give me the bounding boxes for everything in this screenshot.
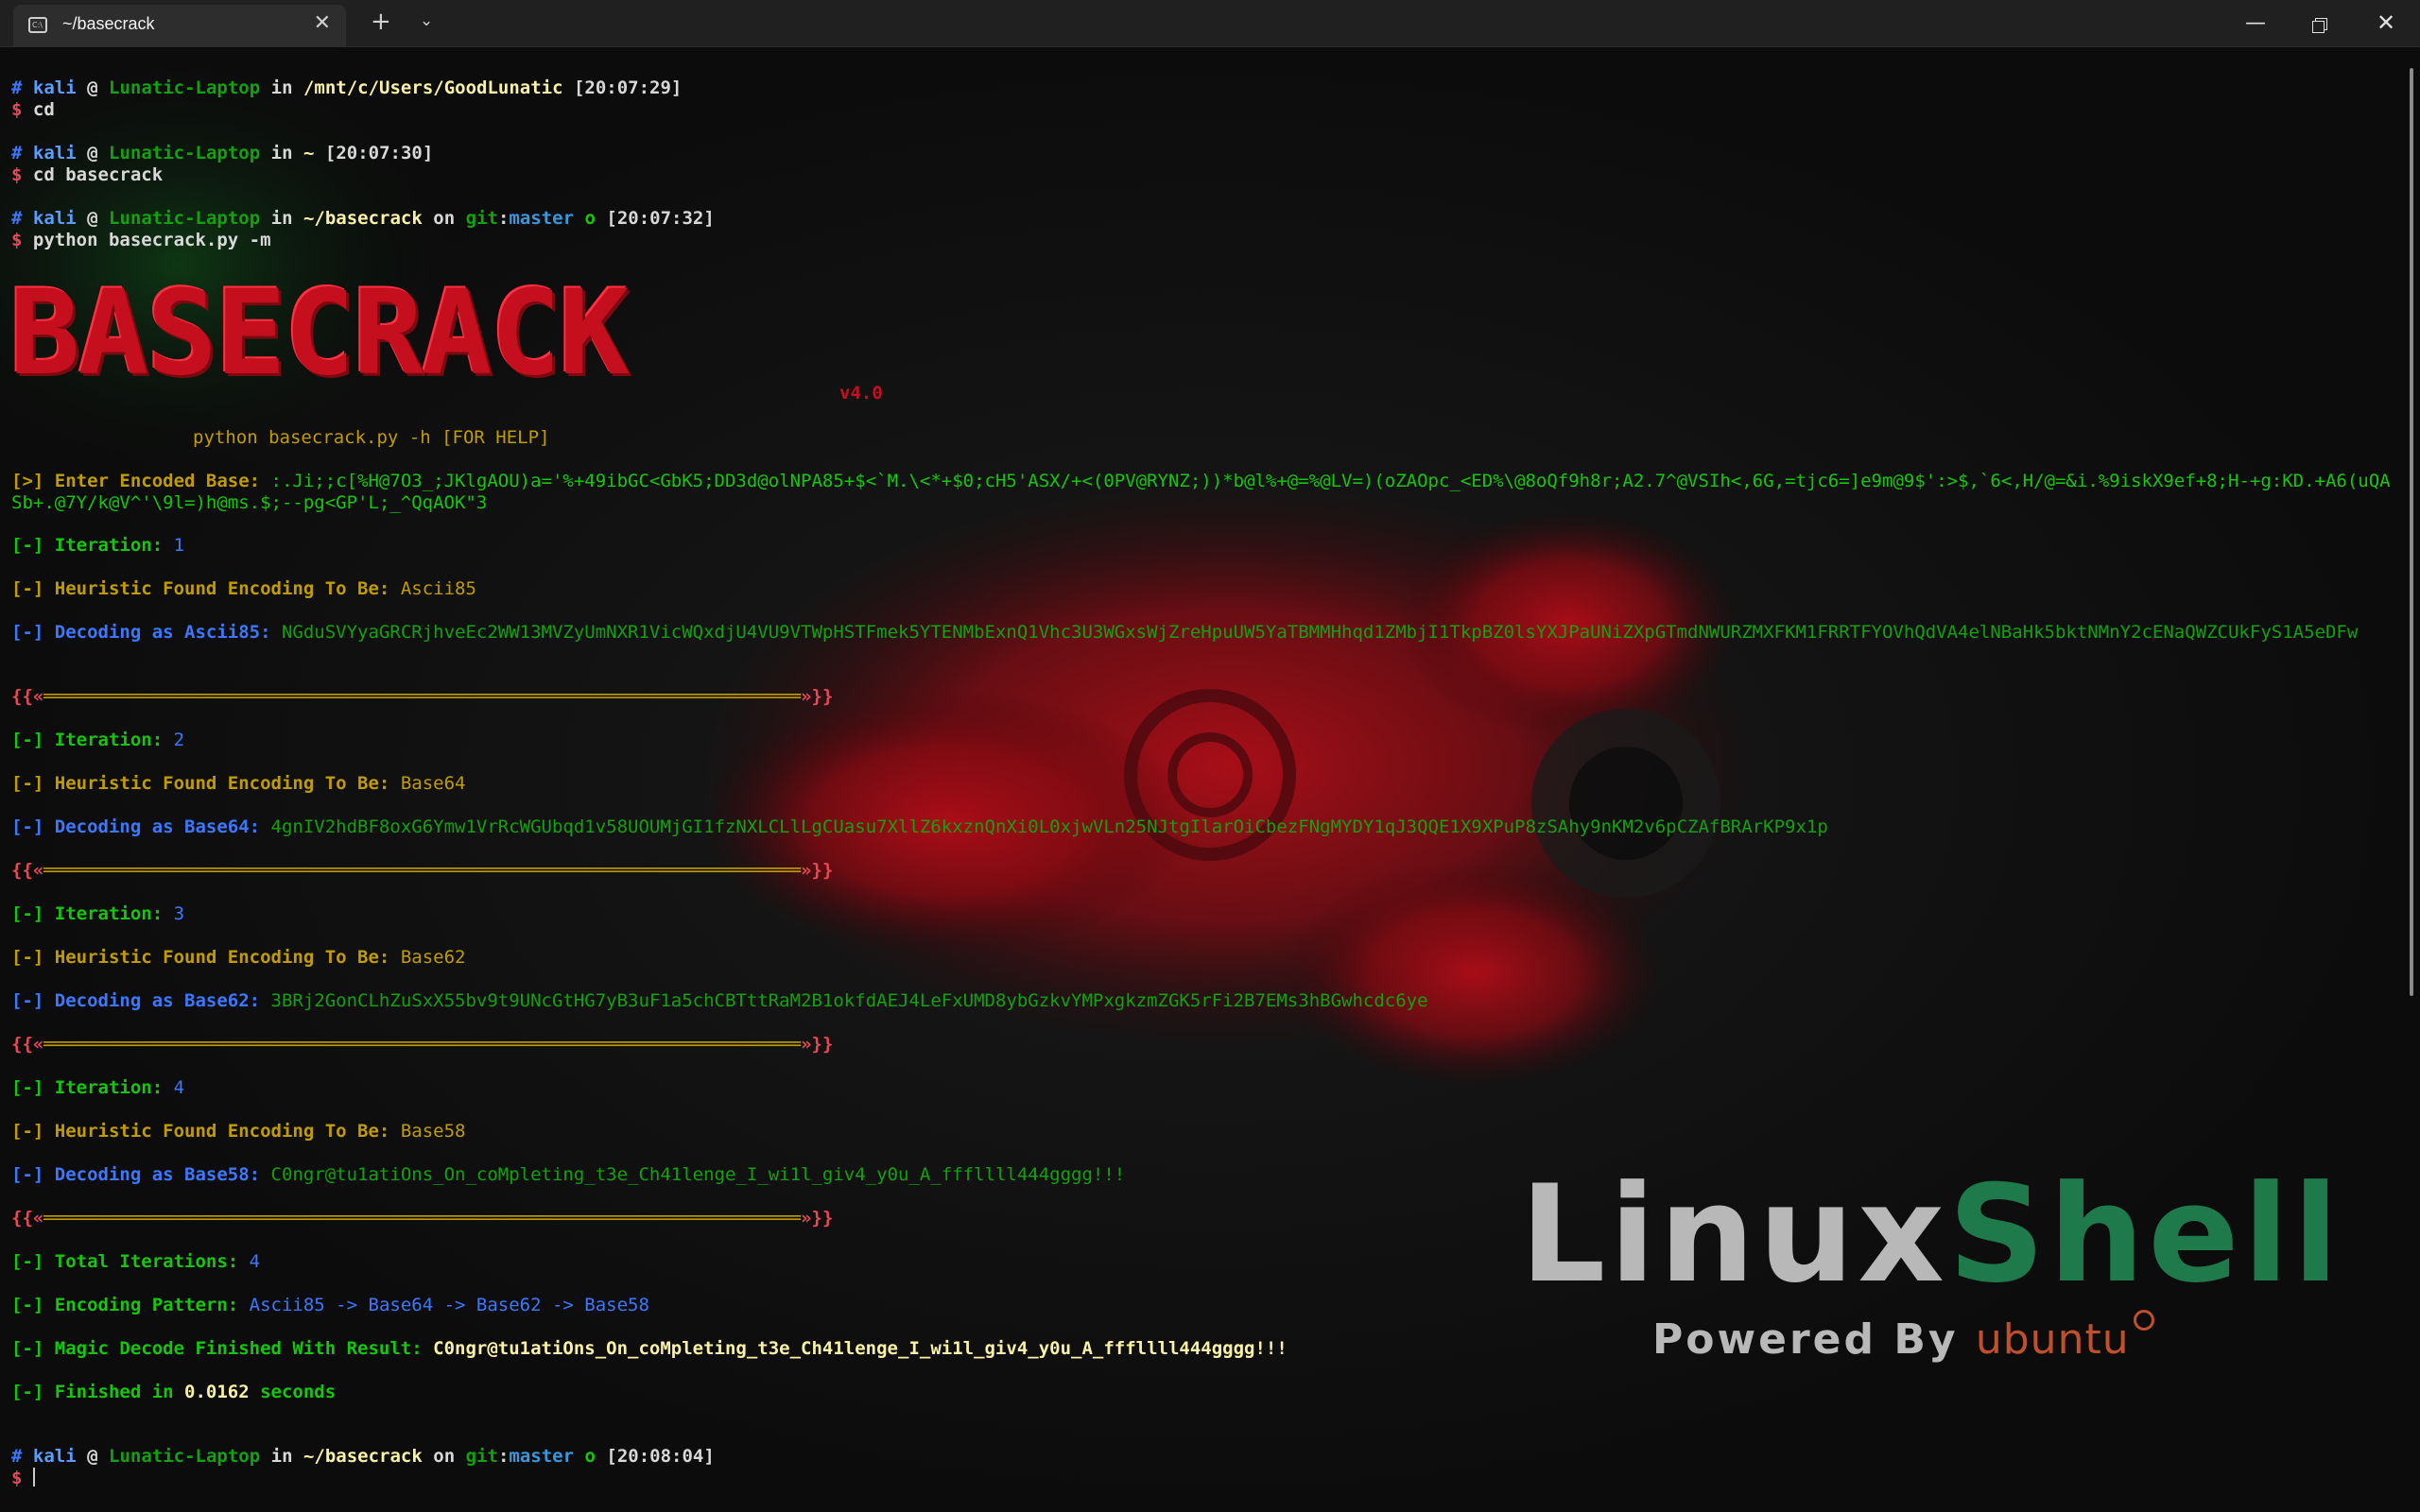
heuristic-line: [-] Heuristic Found Encoding To Be: Base… xyxy=(11,773,466,794)
powered-by-text: Powered By xyxy=(1652,1315,1976,1364)
finished-line: [-] Finished in 0.0162 seconds xyxy=(11,1382,337,1402)
tab-basecrack[interactable]: C:\ ~/basecrack ✕ xyxy=(13,5,346,46)
prompt-line: # kali @ Lunatic-Laptop in ~/basecrack o… xyxy=(11,208,715,229)
separator-line: {{«═════════════════════════════════════… xyxy=(11,1208,834,1228)
encoding-pattern-line: [-] Encoding Pattern: Ascii85 -> Base64 … xyxy=(11,1295,649,1315)
heuristic-line: [-] Heuristic Found Encoding To Be: Base… xyxy=(11,1121,466,1142)
prompt-line: # kali @ Lunatic-Laptop in ~/basecrack o… xyxy=(11,1446,715,1467)
help-hint: python basecrack.py -h [FOR HELP] xyxy=(193,427,550,448)
tab-title: ~/basecrack xyxy=(62,14,155,33)
chevron-down-icon[interactable]: ⌄ xyxy=(420,11,433,30)
prompt-line: # kali @ Lunatic-Laptop in /mnt/c/Users/… xyxy=(11,77,683,98)
iteration-line: [-] Iteration: 4 xyxy=(11,1077,185,1098)
command-input-line[interactable]: $ xyxy=(11,1468,35,1489)
ubuntu-logo-text: ubuntu xyxy=(1975,1315,2130,1364)
iteration-line: [-] Iteration: 1 xyxy=(11,535,185,556)
decoding-line: [-] Decoding as Ascii85: NGduSVYyaGRCRjh… xyxy=(11,622,2359,643)
ubuntu-circle-icon xyxy=(2133,1310,2154,1331)
restore-icon-front xyxy=(2312,21,2325,33)
maximize-button[interactable] xyxy=(2288,0,2352,46)
magic-result-line: [-] Magic Decode Finished With Result: C… xyxy=(11,1338,1288,1359)
command-line: $ cd basecrack xyxy=(11,164,164,185)
decoding-line: [-] Decoding as Base62: 3BRj2GonCLhZuSxX… xyxy=(11,990,1428,1011)
separator-line: {{«═════════════════════════════════════… xyxy=(11,1034,834,1055)
encoded-input-value: :.Ji;;c[%H@7O3_;JKlgAOU)a='%+49ibGC<GbK5… xyxy=(11,471,2391,513)
logo-linux-text: Linux xyxy=(1520,1157,1948,1313)
linuxshell-logo: LinuxShell xyxy=(1520,1164,2342,1306)
powered-by-label: Powered By ubuntu xyxy=(1652,1310,2154,1364)
minimize-button[interactable]: — xyxy=(2223,0,2288,46)
iteration-line: [-] Iteration: 2 xyxy=(11,730,185,750)
close-tab-icon[interactable]: ✕ xyxy=(314,11,331,35)
logo-shell-text: Shell xyxy=(1947,1157,2342,1313)
separator-line: {{«═════════════════════════════════════… xyxy=(11,686,834,707)
decoding-line: [-] Decoding as Base64: 4gnIV2hdBF8oxG6Y… xyxy=(11,816,1828,837)
terminal-icon: C:\ xyxy=(28,17,47,33)
banner-version: v4.0 xyxy=(839,383,883,404)
command-line: $ python basecrack.py -m xyxy=(11,230,271,250)
command-line: $ cd xyxy=(11,99,55,120)
separator-line: {{«═════════════════════════════════════… xyxy=(11,860,834,881)
iteration-line: [-] Iteration: 3 xyxy=(11,903,185,924)
prompt-line: # kali @ Lunatic-Laptop in ~ [20:07:30] xyxy=(11,143,434,163)
basecrack-banner: BASECRACK xyxy=(9,266,630,402)
heuristic-line: [-] Heuristic Found Encoding To Be: Base… xyxy=(11,947,466,968)
new-tab-button[interactable]: + xyxy=(371,8,391,36)
title-bar: C:\ ~/basecrack ✕ + ⌄ — ✕ xyxy=(0,0,2420,47)
total-iterations-line: [-] Total Iterations: 4 xyxy=(11,1251,261,1272)
scrollbar-thumb[interactable] xyxy=(2410,68,2413,996)
decoding-line: [-] Decoding as Base58: C0ngr@tu1atiOns_… xyxy=(11,1164,1126,1185)
text-cursor xyxy=(32,1468,35,1486)
encoded-input-line: [>] Enter Encoded Base: :.Ji;;c[%H@7O3_;… xyxy=(11,471,2391,513)
banner-title: BASECRACK xyxy=(9,266,630,402)
heuristic-line: [-] Heuristic Found Encoding To Be: Asci… xyxy=(11,578,476,599)
close-window-button[interactable]: ✕ xyxy=(2354,0,2418,46)
